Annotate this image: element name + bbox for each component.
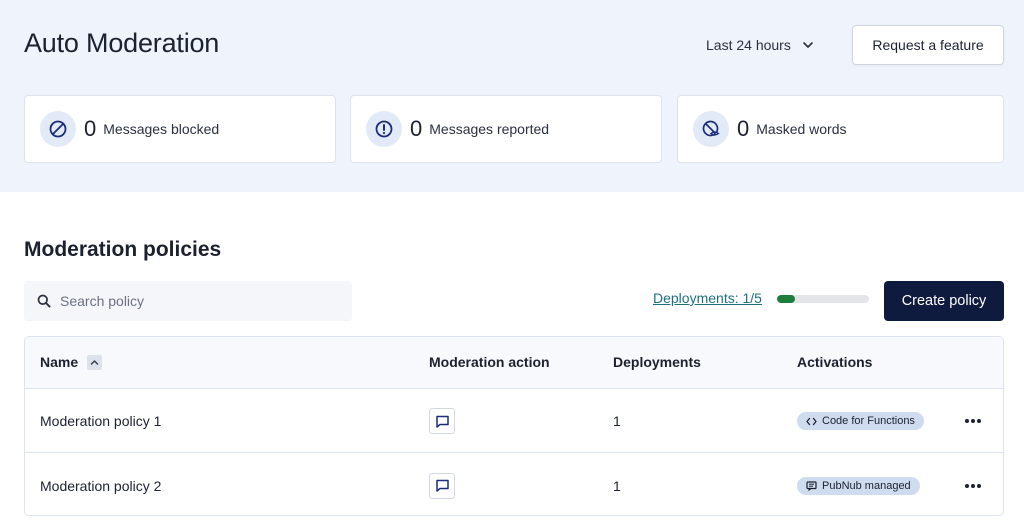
- policy-name: Moderation policy 2: [40, 477, 162, 494]
- more-options-icon[interactable]: [963, 411, 983, 431]
- stat-label: Masked words: [756, 121, 847, 137]
- column-deployments: Deployments: [613, 354, 701, 370]
- column-name: Name: [40, 354, 79, 370]
- policies-table: Name Moderation action Deployments Activ…: [24, 336, 1004, 516]
- column-moderation-action: Moderation action: [429, 354, 550, 370]
- activation-badge: PubNub managed: [797, 476, 920, 495]
- stat-value: 0: [410, 116, 423, 141]
- moderation-action-cell: [429, 454, 455, 515]
- activation-cell: Code for Functions: [797, 390, 924, 452]
- row-actions: [963, 390, 983, 452]
- page-title: Auto Moderation: [24, 28, 220, 58]
- deployments-count: 1: [613, 413, 621, 429]
- blocked-icon: [40, 111, 76, 147]
- column-activations: Activations: [797, 354, 873, 370]
- deployments-count: 1: [613, 477, 621, 494]
- table-header: Name Moderation action Deployments Activ…: [25, 337, 1003, 389]
- section-title: Moderation policies: [24, 238, 222, 261]
- activation-cell: PubNub managed: [797, 454, 920, 515]
- table-row[interactable]: Moderation policy 1 1 Code for Functions: [25, 390, 1003, 453]
- summary-header: Auto Moderation Last 24 hours Request a …: [0, 0, 1024, 192]
- more-options-icon[interactable]: [963, 476, 983, 496]
- deployments-link[interactable]: Deployments: 1/5: [653, 290, 762, 306]
- stat-card-blocked: 0 Messages blocked: [24, 95, 336, 163]
- activation-label: Code for Functions: [822, 415, 915, 427]
- search-icon: [37, 294, 51, 308]
- sort-ascending-button[interactable]: [87, 355, 102, 370]
- stat-label: Messages reported: [429, 121, 550, 137]
- timeframe-select[interactable]: Last 24 hours: [706, 30, 815, 60]
- chevron-down-icon: [803, 42, 813, 48]
- stat-value: 0: [84, 116, 97, 141]
- row-actions: [963, 454, 983, 515]
- alert-icon: [366, 111, 402, 147]
- table-row[interactable]: Moderation policy 2 1 PubNub managed: [25, 454, 1003, 515]
- timeframe-label: Last 24 hours: [706, 37, 791, 53]
- stat-value: 0: [737, 116, 750, 141]
- stat-label: Messages blocked: [103, 121, 220, 137]
- stat-card-reported: 0 Messages reported: [350, 95, 662, 163]
- activation-label: PubNub managed: [822, 479, 911, 492]
- chat-icon[interactable]: [429, 408, 455, 434]
- deployments-progress-bar: [777, 295, 869, 303]
- request-feature-button[interactable]: Request a feature: [852, 25, 1004, 65]
- policy-name: Moderation policy 1: [40, 413, 162, 429]
- moderation-action-cell: [429, 390, 455, 452]
- search-input[interactable]: [60, 293, 330, 309]
- activation-badge: Code for Functions: [797, 412, 924, 430]
- search-box: [24, 281, 352, 321]
- chevron-up-icon: [90, 360, 99, 365]
- deployments-progress-fill: [777, 295, 796, 303]
- create-policy-button[interactable]: Create policy: [884, 281, 1004, 321]
- eye-masked-icon: [693, 111, 729, 147]
- code-icon: [806, 417, 817, 425]
- chat-icon[interactable]: [429, 472, 455, 499]
- message-icon: [806, 480, 817, 491]
- stat-card-masked: 0 Masked words: [677, 95, 1004, 163]
